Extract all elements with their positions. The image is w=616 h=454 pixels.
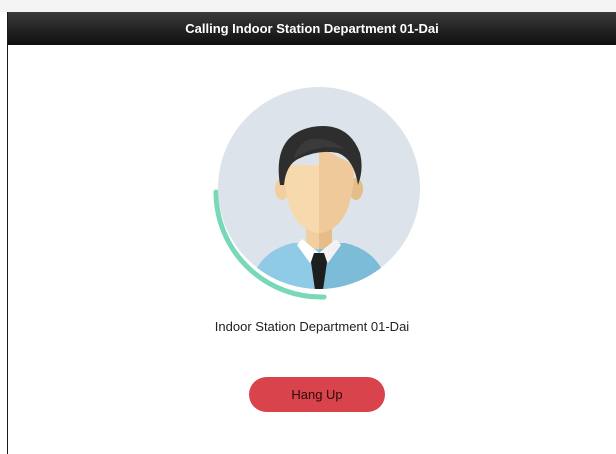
callee-name: Indoor Station Department 01-Dai (214, 319, 410, 334)
dialog-title: Calling Indoor Station Department 01-Dai (8, 12, 616, 45)
callee-avatar (198, 87, 428, 317)
calling-dialog: Calling Indoor Station Department 01-Dai (7, 12, 616, 454)
hang-up-button[interactable]: Hang Up (249, 377, 385, 412)
top-strip (0, 0, 616, 12)
page: Calling Indoor Station Department 01-Dai (0, 0, 616, 454)
person-avatar-icon (213, 87, 420, 300)
